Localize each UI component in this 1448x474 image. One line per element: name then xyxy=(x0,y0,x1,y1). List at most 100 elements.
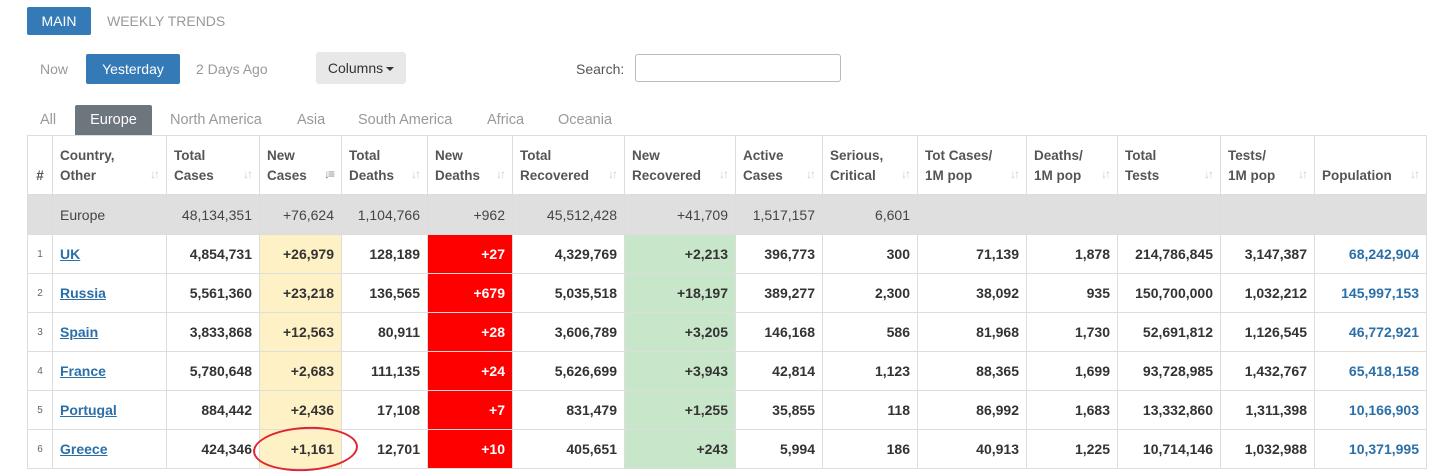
country-link[interactable]: France xyxy=(60,363,106,379)
region-tab-all[interactable]: All xyxy=(40,105,56,136)
cell-index: 6 xyxy=(27,429,53,469)
sort-icon[interactable]: ↓↑ xyxy=(1101,164,1111,184)
header-cases-per-1m[interactable]: Tot Cases/1M pop ↓↑ xyxy=(917,135,1027,195)
region-tab-north-america[interactable]: North America xyxy=(170,105,262,136)
header-line-1: Active xyxy=(743,148,784,163)
cell-total-recovered: 5,626,699 xyxy=(512,351,625,391)
cell-new-cases: +12,563 xyxy=(259,312,342,352)
cell-total-deaths: 128,189 xyxy=(341,234,428,274)
header-line-1: Tot Cases/ xyxy=(925,148,993,163)
total-new-deaths: +962 xyxy=(427,194,513,235)
header-deaths-per-1m[interactable]: Deaths/1M pop ↓↑ xyxy=(1026,135,1118,195)
sort-desc-icon[interactable]: ↓≡ xyxy=(324,164,335,184)
header-line-1: Serious, xyxy=(830,148,884,163)
total-total-deaths: 1,104,766 xyxy=(341,194,428,235)
header-new-deaths[interactable]: New Deaths ↓↑ xyxy=(427,135,513,195)
columns-dropdown-button[interactable]: Columns xyxy=(316,52,406,84)
header-total-cases[interactable]: Total Cases ↓↑ xyxy=(166,135,260,195)
header-line-1: Deaths/ xyxy=(1034,148,1083,163)
table-row: 2 Russia 5,561,360 +23,218 136,565 +679 5,035,… xyxy=(27,273,1427,313)
header-line-2: Cases xyxy=(743,168,783,183)
region-tab-europe[interactable]: Europe xyxy=(75,105,152,136)
header-line-1: Total xyxy=(520,148,552,163)
region-tab-asia[interactable]: Asia xyxy=(297,105,325,136)
cell-population: 46,772,921 xyxy=(1314,312,1427,352)
header-index[interactable]: # xyxy=(27,135,53,195)
cell-tests-per-1m: 1,032,988 xyxy=(1220,429,1315,469)
cell-total-cases: 4,854,731 xyxy=(166,234,260,274)
cell-country: UK xyxy=(52,234,167,274)
country-link[interactable]: Greece xyxy=(60,441,107,457)
header-tests-per-1m[interactable]: Tests/1M pop ↓↑ xyxy=(1220,135,1315,195)
header-line-1: Total xyxy=(1125,148,1157,163)
header-line-2: Tests xyxy=(1125,168,1160,183)
table-row: 3 Spain 3,833,868 +12,563 80,911 +28 3,606,789… xyxy=(27,312,1427,352)
cell-country: Spain xyxy=(52,312,167,352)
day-tab-2-days-ago[interactable]: 2 Days Ago xyxy=(196,54,268,84)
header-serious-critical[interactable]: Serious, Critical ↓↑ xyxy=(822,135,918,195)
sort-icon[interactable]: ↓↑ xyxy=(411,164,421,184)
search-label: Search: xyxy=(576,61,625,77)
cell-deaths-per-1m: 1,699 xyxy=(1026,351,1118,391)
cell-cases-per-1m: 81,968 xyxy=(917,312,1027,352)
country-link[interactable]: Russia xyxy=(60,285,106,301)
header-total-deaths[interactable]: Total Deaths ↓↑ xyxy=(341,135,428,195)
cell-new-deaths: +28 xyxy=(427,312,513,352)
cell-total-deaths: 111,135 xyxy=(341,351,428,391)
cell-total-tests: 150,700,000 xyxy=(1117,273,1221,313)
day-tab-yesterday[interactable]: Yesterday xyxy=(86,54,180,84)
cell-new-recovered: +1,255 xyxy=(624,390,736,430)
cell-active-cases: 146,168 xyxy=(735,312,823,352)
cell-total-tests: 13,332,860 xyxy=(1117,390,1221,430)
search-input[interactable] xyxy=(635,54,841,82)
sort-icon[interactable]: ↓↑ xyxy=(243,164,253,184)
total-row: Europe 48,134,351 +76,624 1,104,766 +962 45,5… xyxy=(27,194,1427,235)
cell-active-cases: 389,277 xyxy=(735,273,823,313)
cell-new-cases: +2,436 xyxy=(259,390,342,430)
cell-new-cases: +2,683 xyxy=(259,351,342,391)
country-link[interactable]: UK xyxy=(60,246,80,262)
header-line-2: Recovered xyxy=(520,168,590,183)
day-tab-now[interactable]: Now xyxy=(40,54,68,84)
region-tab-south-america[interactable]: South America xyxy=(358,105,452,136)
cell-new-recovered: +18,197 xyxy=(624,273,736,313)
table-row: 5 Portugal 884,442 +2,436 17,108 +7 831,479 +1,… xyxy=(27,390,1427,430)
header-new-recovered[interactable]: New Recovered ↓↑ xyxy=(624,135,736,195)
total-serious-critical: 6,601 xyxy=(822,194,918,235)
tab-main[interactable]: MAIN xyxy=(27,7,91,35)
cell-population: 68,242,904 xyxy=(1314,234,1427,274)
sort-icon[interactable]: ↓↑ xyxy=(1410,164,1420,184)
header-total-recovered[interactable]: Total Recovered ↓↑ xyxy=(512,135,625,195)
region-tab-africa[interactable]: Africa xyxy=(487,105,524,136)
table-header: # Country, Other ↓↑ Total Cases ↓↑ New Cases ↓≡ To… xyxy=(27,135,1427,195)
cell-index: 4 xyxy=(27,351,53,391)
sort-icon[interactable]: ↓↑ xyxy=(608,164,618,184)
sort-icon[interactable]: ↓↑ xyxy=(719,164,729,184)
tab-weekly-trends[interactable]: WEEKLY TRENDS xyxy=(107,7,225,35)
cell-serious-critical: 1,123 xyxy=(822,351,918,391)
sort-icon[interactable]: ↓↑ xyxy=(1298,164,1308,184)
country-link[interactable]: Portugal xyxy=(60,402,117,418)
header-active-cases[interactable]: Active Cases ↓↑ xyxy=(735,135,823,195)
sort-icon[interactable]: ↓↑ xyxy=(150,164,160,184)
cell-deaths-per-1m: 1,225 xyxy=(1026,429,1118,469)
header-new-cases[interactable]: New Cases ↓≡ xyxy=(259,135,342,195)
sort-icon[interactable]: ↓↑ xyxy=(496,164,506,184)
cell-new-deaths: +679 xyxy=(427,273,513,313)
country-link[interactable]: Spain xyxy=(60,324,98,340)
cell-serious-critical: 186 xyxy=(822,429,918,469)
sort-icon[interactable]: ↓↑ xyxy=(901,164,911,184)
sort-icon[interactable]: ↓↑ xyxy=(806,164,816,184)
cell-cases-per-1m: 71,139 xyxy=(917,234,1027,274)
sort-icon[interactable]: ↓↑ xyxy=(1010,164,1020,184)
sort-icon[interactable]: ↓↑ xyxy=(1204,164,1214,184)
header-country[interactable]: Country, Other ↓↑ xyxy=(52,135,167,195)
cell-total-tests: 52,691,812 xyxy=(1117,312,1221,352)
header-population[interactable]: Population ↓↑ xyxy=(1314,135,1427,195)
region-tab-oceania[interactable]: Oceania xyxy=(558,105,612,136)
cell-country: France xyxy=(52,351,167,391)
total-new-cases: +76,624 xyxy=(259,194,342,235)
header-total-tests[interactable]: Total Tests ↓↑ xyxy=(1117,135,1221,195)
cell-country: Russia xyxy=(52,273,167,313)
cell-index: 3 xyxy=(27,312,53,352)
